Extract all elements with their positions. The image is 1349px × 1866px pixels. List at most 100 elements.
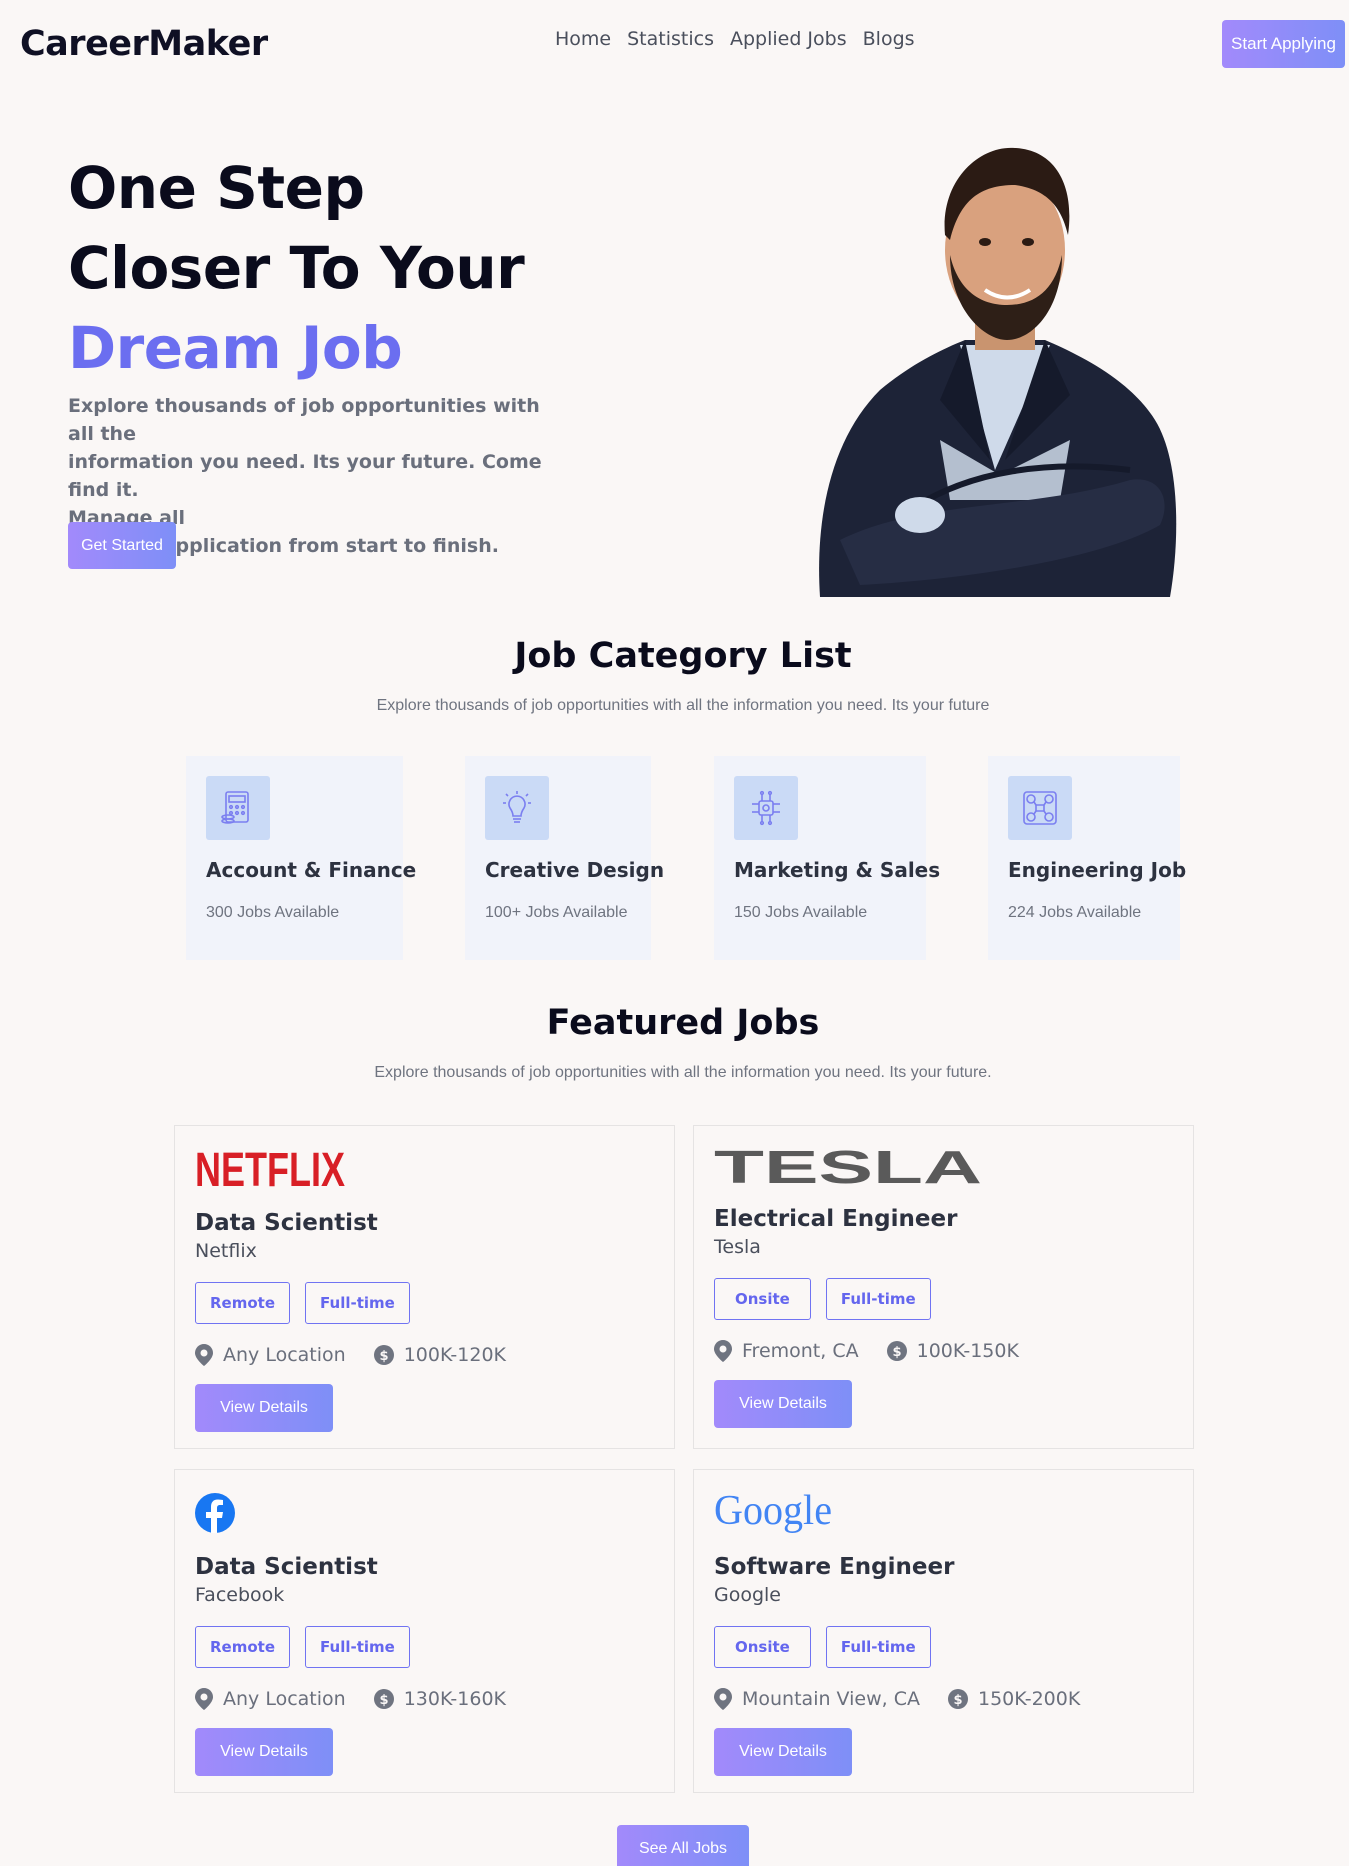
svg-text:$: $: [953, 1693, 962, 1708]
category-name: Account & Finance: [206, 858, 417, 882]
category-card-engineering-job[interactable]: Engineering Job 224 Jobs Available: [988, 756, 1187, 960]
job-company: Netflix: [195, 1240, 257, 1262]
job-title: Electrical Engineer: [714, 1206, 958, 1232]
job-salary-text: 100K-120K: [403, 1344, 506, 1366]
view-details-button[interactable]: View Details: [195, 1384, 333, 1432]
main-nav: Home Statistics Applied Jobs Blogs: [555, 28, 915, 50]
job-location-text: Any Location: [223, 1344, 346, 1366]
category-count: 150 Jobs Available: [734, 904, 868, 921]
nav-home[interactable]: Home: [555, 28, 611, 50]
category-section-subtitle: Explore thousands of job opportunities w…: [376, 697, 990, 714]
job-card: TESLA Electrical Engineer Tesla Onsite F…: [693, 1125, 1194, 1449]
start-applying-button[interactable]: Start Applying: [1222, 20, 1345, 68]
google-logo-graphic: Google: [714, 1490, 832, 1534]
category-card-creative-design[interactable]: Creative Design 100+ Jobs Available: [465, 756, 665, 960]
dollar-icon: $: [373, 1345, 394, 1365]
job-card: NETFLIX Data Scientist Netflix Remote Fu…: [174, 1125, 675, 1449]
google-logo: Google: [714, 1488, 1173, 1538]
hero-title-line2: Closer To Your: [68, 234, 525, 302]
category-count: 224 Jobs Available: [1008, 904, 1142, 921]
tesla-logo-graphic: TESLA: [714, 1147, 982, 1187]
svg-text:NETFLIX: NETFLIX: [195, 1146, 345, 1192]
job-card: Google Software Engineer Google Onsite F…: [693, 1469, 1194, 1793]
job-location: Any Location: [195, 1344, 346, 1366]
nav-statistics[interactable]: Statistics: [627, 28, 714, 50]
hero-title: One Step Closer To Your Dream Job: [68, 148, 525, 388]
job-tag: Full-time: [825, 1626, 931, 1668]
job-card: Data Scientist Facebook Remote Full-time…: [174, 1469, 675, 1793]
view-details-button[interactable]: View Details: [714, 1380, 852, 1428]
svg-text:$: $: [892, 1345, 901, 1360]
svg-text:$: $: [379, 1349, 388, 1364]
hero-title-line1: One Step: [68, 154, 365, 222]
brand-logo[interactable]: CareerMaker: [20, 24, 268, 64]
job-meta: Mountain View, CA $ 150K-200K: [714, 1688, 1173, 1710]
job-tag: Full-time: [825, 1278, 931, 1320]
hero-title-accent: Dream Job: [68, 314, 403, 382]
job-location-text: Mountain View, CA: [742, 1688, 920, 1710]
category-count: 300 Jobs Available: [206, 904, 340, 921]
dollar-icon: $: [373, 1689, 394, 1709]
job-company: Tesla: [714, 1236, 761, 1258]
facebook-logo: [195, 1488, 654, 1538]
facebook-icon: [195, 1493, 235, 1533]
job-salary: $ 130K-160K: [373, 1688, 506, 1710]
dollar-icon: $: [948, 1689, 968, 1709]
category-name: Creative Design: [485, 858, 665, 882]
job-tag: Onsite: [714, 1626, 811, 1668]
job-meta: Any Location $ 130K-160K: [195, 1688, 654, 1710]
job-meta: Any Location $ 100K-120K: [195, 1344, 654, 1366]
category-count: 100+ Jobs Available: [485, 904, 628, 921]
hero-description-line: Explore thousands of job opportunities w…: [68, 395, 540, 445]
job-salary: $ 100K-120K: [373, 1344, 506, 1366]
view-details-button[interactable]: View Details: [714, 1728, 852, 1776]
job-salary-text: 130K-160K: [403, 1688, 506, 1710]
nav-blogs[interactable]: Blogs: [863, 28, 915, 50]
category-card-marketing-sales[interactable]: Marketing & Sales 150 Jobs Available: [714, 756, 940, 960]
category-card-account-finance[interactable]: Account & Finance 300 Jobs Available: [186, 756, 417, 960]
job-salary-text: 100K-150K: [916, 1340, 1019, 1362]
job-company: Facebook: [195, 1584, 285, 1606]
job-location: Fremont, CA: [714, 1340, 859, 1362]
svg-text:TESLA: TESLA: [714, 1147, 982, 1187]
network-icon: [1008, 776, 1072, 840]
job-salary-text: 150K-200K: [978, 1688, 1081, 1710]
location-pin-icon: [195, 1344, 213, 1366]
location-pin-icon: [714, 1688, 732, 1710]
job-meta: Fremont, CA $ 100K-150K: [714, 1340, 1173, 1362]
job-tag: Remote: [195, 1626, 291, 1668]
job-tag: Full-time: [305, 1626, 410, 1668]
job-salary: $ 100K-150K: [886, 1340, 1019, 1362]
location-pin-icon: [195, 1688, 213, 1710]
hero-person-photo: [819, 147, 1177, 597]
featured-section-subtitle: Explore thousands of job opportunities w…: [374, 1064, 992, 1081]
netflix-logo-graphic: NETFLIX: [195, 1146, 345, 1192]
hero-description-line: information you need. Its your future. C…: [68, 451, 542, 501]
job-location: Any Location: [195, 1688, 346, 1710]
job-tags: Remote Full-time: [195, 1282, 654, 1324]
job-location-text: Any Location: [223, 1688, 346, 1710]
job-tags: Remote Full-time: [195, 1626, 654, 1668]
nav-applied-jobs[interactable]: Applied Jobs: [730, 28, 847, 50]
category-name: Engineering Job: [1008, 858, 1187, 882]
job-salary: $ 150K-200K: [948, 1688, 1080, 1710]
svg-text:$: $: [379, 1693, 388, 1708]
see-all-jobs-button[interactable]: See All Jobs: [617, 1825, 749, 1866]
job-title: Data Scientist: [195, 1554, 378, 1580]
dollar-icon: $: [886, 1341, 907, 1361]
job-tags: Onsite Full-time: [714, 1626, 1173, 1668]
job-tags: Onsite Full-time: [714, 1278, 1173, 1320]
chip-icon: [734, 776, 798, 840]
netflix-logo: NETFLIX: [195, 1144, 654, 1194]
view-details-button[interactable]: View Details: [195, 1728, 333, 1776]
get-started-button[interactable]: Get Started: [68, 522, 176, 569]
lightbulb-icon: [485, 776, 549, 840]
location-pin-icon: [714, 1340, 732, 1362]
job-location-text: Fremont, CA: [742, 1340, 859, 1362]
job-title: Software Engineer: [714, 1554, 955, 1580]
featured-section-title: Featured Jobs: [546, 1003, 820, 1043]
job-tag: Remote: [195, 1282, 291, 1324]
job-title: Data Scientist: [195, 1210, 378, 1236]
job-tag: Full-time: [305, 1282, 410, 1324]
job-company: Google: [714, 1584, 782, 1606]
